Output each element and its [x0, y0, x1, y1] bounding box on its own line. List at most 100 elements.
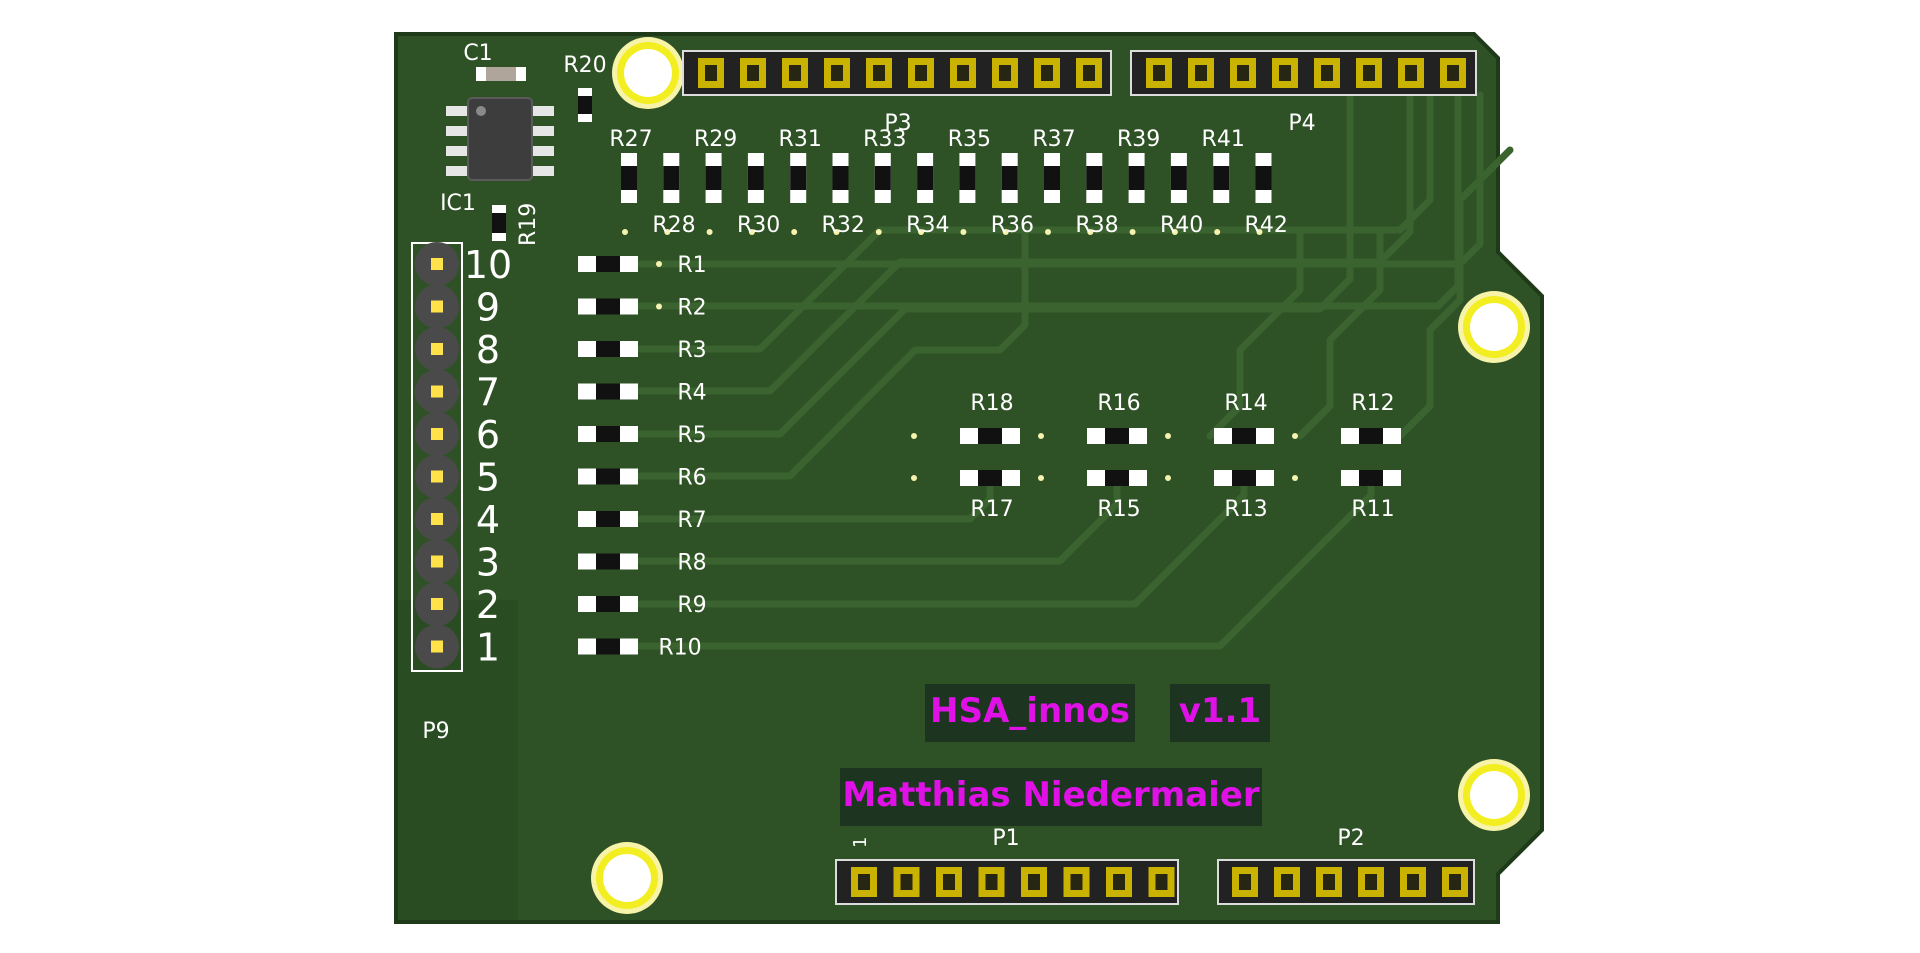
top-resistor-label-lower: R34	[906, 213, 949, 238]
p1-pin	[1148, 867, 1175, 897]
left-resistor-label: R1	[677, 253, 706, 278]
p9-pin	[415, 539, 459, 584]
top-resistor-label-lower: R32	[822, 213, 865, 238]
middle-resistor-label-lower: R11	[1351, 497, 1394, 522]
top-resistor-label-upper: R33	[863, 127, 906, 152]
p9-pin	[415, 624, 459, 669]
p3-pin	[1076, 58, 1102, 88]
p9-pin-number: 6	[476, 413, 500, 457]
top-resistor-label-lower: R42	[1245, 213, 1288, 238]
middle-resistor-label-lower: R13	[1224, 497, 1267, 522]
c1-label: C1	[463, 41, 492, 66]
top-resistor-label-lower: R36	[991, 213, 1034, 238]
p2-pin	[1316, 867, 1342, 897]
top-resistor-label-upper: R31	[779, 127, 822, 152]
mount-hole-right-upper	[1458, 291, 1530, 363]
top-resistor-label-lower: R30	[737, 213, 780, 238]
p3-pin	[950, 58, 976, 88]
top-resistor-label-upper: R37	[1032, 127, 1075, 152]
connector-p1-pin1-marker: 1	[850, 837, 871, 848]
p4-pin	[1314, 58, 1340, 88]
top-resistor-label-lower: R28	[652, 213, 695, 238]
p9-pin-number: 4	[476, 498, 500, 542]
left-resistor-label: R8	[677, 551, 706, 576]
p9-pin-number: 5	[476, 456, 500, 500]
mount-hole-top-left	[612, 37, 684, 109]
p9-pin-number: 10	[464, 243, 512, 287]
resistor-r19: R19	[492, 203, 541, 246]
board-title-text: HSA_innos	[930, 691, 1130, 731]
p3-pin	[698, 58, 724, 88]
p9-pin	[415, 369, 459, 414]
p1-pin	[1021, 867, 1047, 897]
pcb-render-view: P3 P4 P1 1 P2 10 9 8 7 6 5 4 3 2 1 P9 IC1 C1	[0, 0, 1920, 949]
ic1-lead	[532, 126, 554, 136]
p2-pin	[1400, 867, 1426, 897]
p4-pin	[1272, 58, 1298, 88]
left-resistor-label: R4	[677, 381, 706, 406]
p3-pin	[992, 58, 1018, 88]
r20-label: R20	[563, 53, 606, 78]
p4-pin	[1146, 58, 1172, 88]
silk-text-version: v1.1	[1170, 684, 1270, 742]
p4-pin	[1230, 58, 1256, 88]
left-resistor-label: R10	[658, 636, 701, 661]
mount-hole-right-lower	[1458, 759, 1530, 831]
left-resistor-label: R5	[677, 423, 706, 448]
board-version-text: v1.1	[1179, 691, 1261, 731]
p9-pin	[415, 497, 459, 541]
top-resistor-label-upper: R29	[694, 127, 737, 152]
left-resistor-label: R9	[677, 593, 706, 618]
ic1-lead	[446, 146, 468, 156]
left-resistor-label: R2	[677, 296, 706, 321]
left-resistor-label: R6	[677, 466, 706, 491]
p2-pin	[1358, 867, 1384, 897]
board-author-text: Matthias Niedermaier	[842, 775, 1260, 815]
p9-pin	[415, 454, 459, 499]
p9-pin-number: 2	[476, 583, 500, 627]
middle-resistor-label-upper: R12	[1351, 391, 1394, 416]
r19-label: R19	[516, 203, 541, 246]
p2-pin	[1232, 867, 1258, 897]
ic1-lead	[446, 106, 468, 116]
p2-pin	[1274, 867, 1300, 897]
p3-pin	[782, 58, 808, 88]
p1-pin	[851, 867, 877, 897]
p9-pin	[415, 412, 459, 456]
ic1-lead	[446, 126, 468, 136]
p9-pin-number: 8	[476, 328, 500, 372]
p4-pin	[1398, 58, 1424, 88]
top-resistor-label-upper: R39	[1117, 127, 1160, 152]
p9-pin-number: 9	[476, 286, 500, 330]
ic1-lead	[532, 146, 554, 156]
ic1-label: IC1	[440, 191, 476, 216]
p9-pin-number: 1	[476, 626, 500, 670]
silk-text-title: HSA_innos	[925, 684, 1135, 742]
mount-hole-bottom-left	[591, 842, 663, 914]
left-resistor-label: R7	[677, 508, 706, 533]
p3-pin	[908, 58, 934, 88]
p4-pin	[1440, 58, 1466, 88]
p9-pin	[415, 327, 459, 371]
p1-pin	[1063, 867, 1090, 897]
p3-pin	[824, 58, 850, 88]
p9-pin-number: 7	[476, 371, 500, 415]
top-resistor-label-upper: R35	[948, 127, 991, 152]
p9-pin	[415, 242, 459, 286]
p3-pin	[866, 58, 892, 88]
p1-pin	[978, 867, 1005, 897]
left-resistor-label: R3	[677, 338, 706, 363]
ic1-lead	[532, 166, 554, 176]
top-resistor-label-lower: R38	[1075, 213, 1118, 238]
connector-p1-label: P1	[992, 826, 1019, 851]
p3-pin	[740, 58, 766, 88]
ic1-lead	[446, 166, 468, 176]
p4-pin	[1356, 58, 1382, 88]
p1-pin	[893, 867, 920, 897]
p1-pin	[1106, 867, 1132, 897]
silk-text-author: Matthias Niedermaier	[840, 768, 1262, 826]
ic1-lead	[532, 106, 554, 116]
p1-pin	[936, 867, 962, 897]
top-resistor-label-upper: R27	[609, 127, 652, 152]
p4-pin	[1188, 58, 1214, 88]
